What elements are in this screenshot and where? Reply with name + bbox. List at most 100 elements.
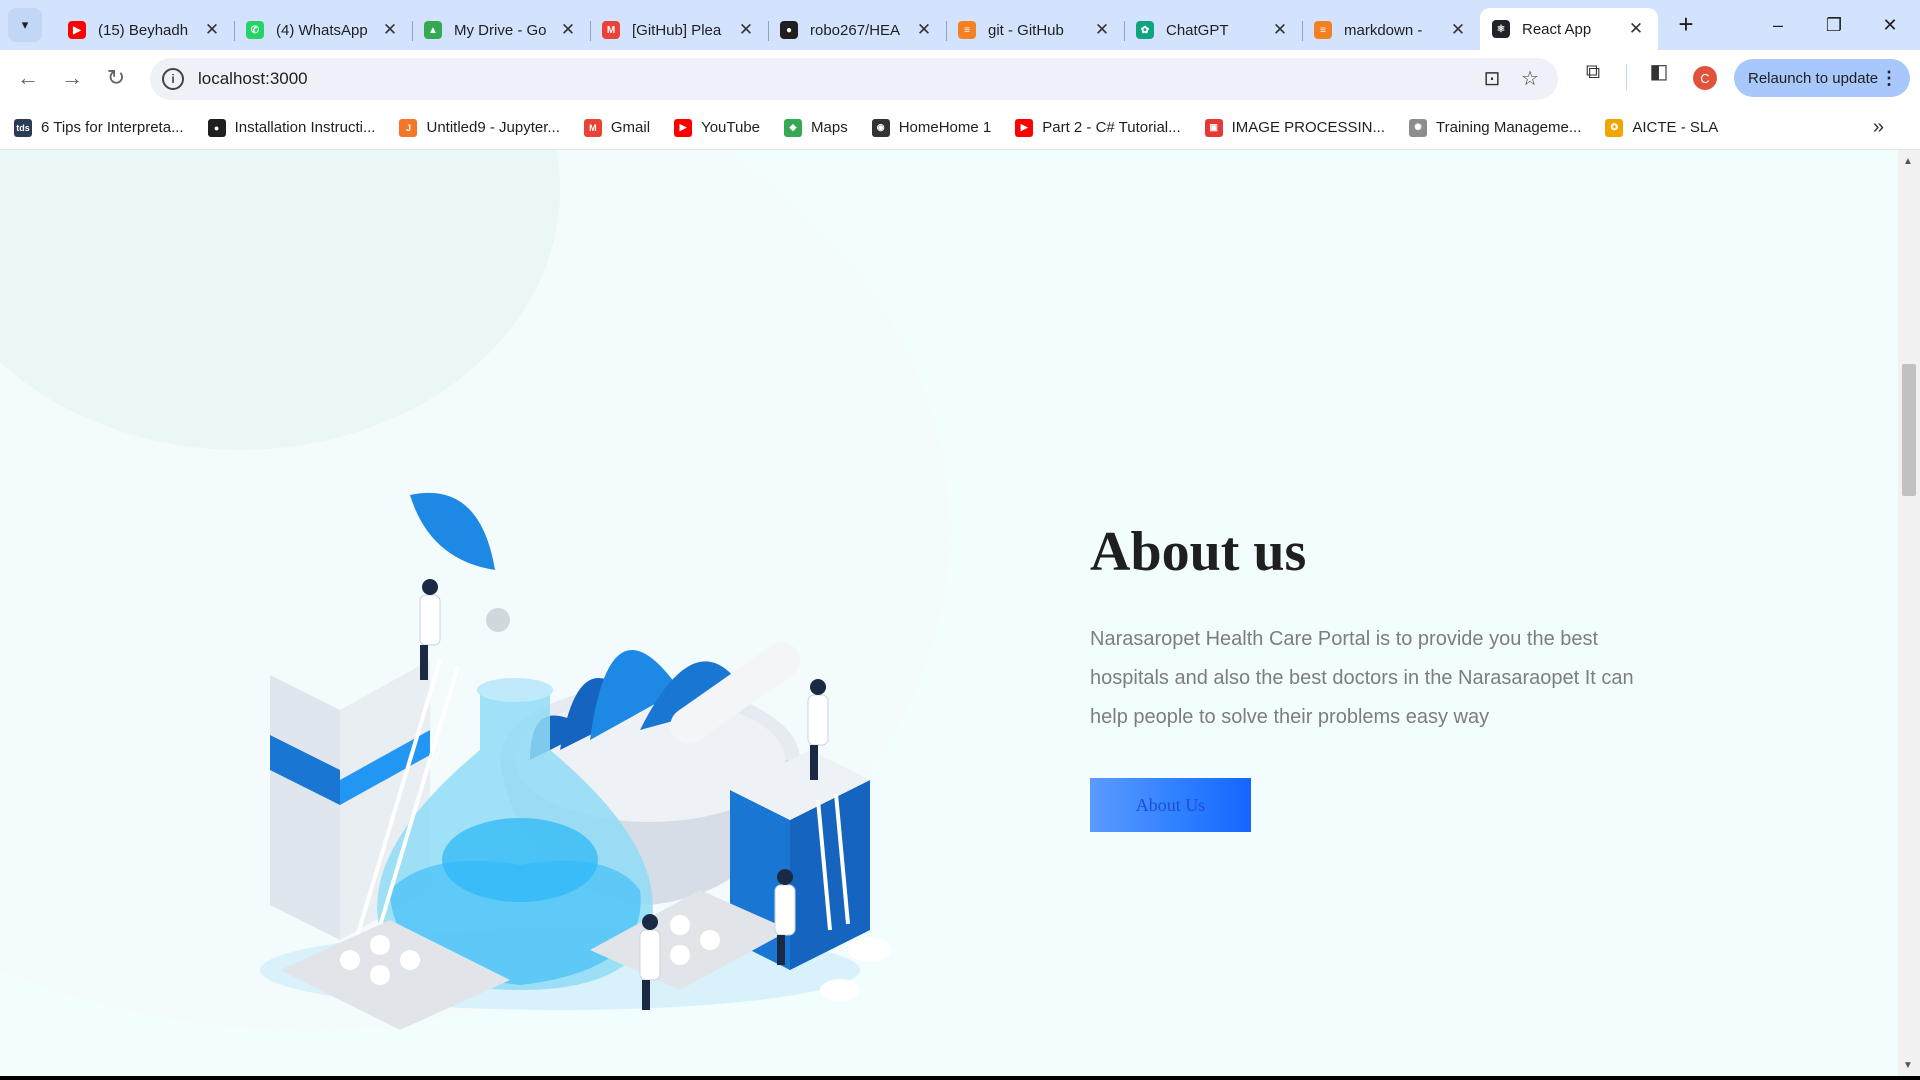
chatgpt-icon: ✿: [1136, 21, 1154, 39]
jupyter-icon: J: [399, 118, 418, 137]
browser-tab[interactable]: ≡ git - GitHub ✕: [946, 10, 1124, 50]
tab-close-icon[interactable]: ✕: [558, 20, 578, 40]
tab-title: [GitHub] Plea: [632, 21, 722, 39]
bookmark-label: Untitled9 - Jupyter...: [426, 119, 560, 136]
scroll-up-arrow-icon[interactable]: ▲: [1903, 156, 1913, 167]
url-text[interactable]: localhost:3000: [198, 69, 308, 89]
bookmark-item[interactable]: ▶ YouTube: [674, 118, 761, 137]
extensions-puzzle-icon[interactable]: ⧉: [1580, 60, 1606, 86]
github-icon: ●: [207, 118, 226, 137]
relaunch-to-update-button[interactable]: Relaunch to update ⋮: [1734, 59, 1910, 97]
bookmark-item[interactable]: tds 6 Tips for Interpreta...: [14, 118, 184, 137]
bookmark-item[interactable]: ◉ HomeHome 1: [871, 118, 992, 137]
tab-close-icon[interactable]: ✕: [1626, 19, 1646, 39]
page-viewport: About us Narasaropet Health Care Portal …: [0, 150, 1898, 1076]
back-arrow-icon[interactable]: ←: [6, 56, 50, 100]
tab-close-icon[interactable]: ✕: [1448, 20, 1468, 40]
bookmark-item[interactable]: ✺ Training Manageme...: [1409, 118, 1582, 137]
stackoverflow-icon: ≡: [958, 21, 976, 39]
bookmark-item[interactable]: ● Installation Instructi...: [207, 118, 376, 137]
tab-search-chevron-icon[interactable]: ▾: [8, 8, 42, 42]
bookmark-label: Part 2 - C# Tutorial...: [1042, 119, 1181, 136]
toolbar-divider: [1626, 64, 1627, 90]
browser-tab[interactable]: ▲ My Drive - Go ✕: [412, 10, 590, 50]
tab-close-icon[interactable]: ✕: [914, 20, 934, 40]
google-drive-icon: ▲: [424, 21, 442, 39]
tab-close-icon[interactable]: ✕: [202, 20, 222, 40]
globe-icon: ◉: [871, 118, 890, 137]
vertical-scrollbar[interactable]: [1898, 150, 1920, 1076]
reload-icon[interactable]: ↻: [94, 56, 138, 100]
bookmark-label: 6 Tips for Interpreta...: [41, 119, 184, 136]
restore-icon[interactable]: ❐: [1806, 0, 1862, 50]
tab-close-icon[interactable]: ✕: [1270, 20, 1290, 40]
bookmark-item[interactable]: M Gmail: [583, 118, 651, 137]
bookmark-label: Maps: [811, 119, 848, 136]
tab-title: ChatGPT: [1166, 21, 1229, 39]
bookmark-label: YouTube: [701, 119, 761, 136]
forward-arrow-icon[interactable]: →: [50, 56, 94, 100]
youtube-icon: ▶: [68, 21, 86, 39]
youtube-icon: ▶: [674, 118, 693, 137]
bookmark-item[interactable]: ▣ IMAGE PROCESSIN...: [1204, 118, 1386, 137]
bookmark-label: Training Manageme...: [1436, 119, 1582, 136]
bookmark-item[interactable]: J Untitled9 - Jupyter...: [399, 118, 560, 137]
tab-close-icon[interactable]: ✕: [1092, 20, 1112, 40]
about-us-description: Narasaropet Health Care Portal is to pro…: [1090, 628, 1634, 728]
image-doc-icon: ▣: [1204, 118, 1223, 137]
window-bottom-edge: [0, 1076, 1920, 1080]
bookmark-list: tds 6 Tips for Interpreta... ● Installation…: [14, 118, 1742, 137]
whatsapp-icon: ✆: [246, 21, 264, 39]
close-window-icon[interactable]: ✕: [1862, 0, 1918, 50]
bookmark-label: Gmail: [610, 119, 651, 136]
bookmark-item[interactable]: ✪ AICTE - SLA: [1605, 118, 1719, 137]
react-icon: ⚛: [1492, 20, 1510, 38]
tab-close-icon[interactable]: ✕: [736, 20, 756, 40]
bookmark-item[interactable]: ◆ Maps: [784, 118, 848, 137]
stackoverflow-icon: ≡: [1314, 21, 1332, 39]
relaunch-label: Relaunch to update: [1748, 69, 1879, 87]
tab-title: robo267/HEA: [810, 21, 901, 39]
training-icon: ✺: [1409, 118, 1428, 137]
bookmark-item[interactable]: ▶ Part 2 - C# Tutorial...: [1015, 118, 1181, 137]
tab-close-icon[interactable]: ✕: [380, 20, 400, 40]
new-tab-plus-icon[interactable]: +: [1668, 7, 1704, 43]
bookmark-label: HomeHome 1: [898, 119, 992, 136]
tab-title: (15) Beyhadh: [98, 21, 189, 39]
scroll-down-arrow-icon[interactable]: ▼: [1903, 1060, 1913, 1071]
minimize-icon[interactable]: –: [1750, 0, 1806, 50]
bookmarks-overflow-icon[interactable]: »: [1873, 116, 1884, 139]
bookmark-label: AICTE - SLA: [1632, 119, 1719, 136]
side-panel-icon[interactable]: ◧: [1646, 60, 1672, 86]
about-us-heading: About us: [1090, 521, 1307, 583]
browser-tab[interactable]: M [GitHub] Plea ✕: [590, 10, 768, 50]
bookmark-label: Installation Instructi...: [234, 119, 376, 136]
about-us-button[interactable]: About Us: [1090, 778, 1251, 832]
tab-title: git - GitHub: [988, 21, 1064, 39]
browser-tab[interactable]: ● robo267/HEA ✕: [768, 10, 946, 50]
site-info-icon[interactable]: i: [162, 68, 184, 90]
tab-title: My Drive - Go: [454, 21, 547, 39]
browser-tab[interactable]: ✆ (4) WhatsApp ✕: [234, 10, 412, 50]
gmail-icon: M: [602, 21, 620, 39]
browser-tab[interactable]: ⚛ React App ✕: [1480, 8, 1658, 50]
more-menu-icon[interactable]: ⋮: [1880, 68, 1898, 89]
tab-title: markdown -: [1344, 21, 1423, 39]
youtube-icon: ▶: [1015, 118, 1034, 137]
tab-list: ▶ (15) Beyhadh ✕ ✆ (4) WhatsApp ✕ ▲ My Drive - …: [56, 0, 1658, 50]
install-app-icon[interactable]: ⊡: [1480, 68, 1504, 92]
browser-tab[interactable]: ▶ (15) Beyhadh ✕: [56, 10, 234, 50]
tab-title: React App: [1522, 20, 1592, 38]
tds-icon: tds: [14, 118, 32, 137]
scrollbar-thumb[interactable]: [1902, 364, 1916, 496]
address-bar[interactable]: i localhost:3000 ⊡ ☆: [150, 58, 1558, 100]
bookmark-star-icon[interactable]: ☆: [1518, 68, 1542, 92]
profile-avatar[interactable]: C: [1693, 66, 1717, 90]
browser-tab[interactable]: ≡ markdown - ✕: [1302, 10, 1480, 50]
aicte-icon: ✪: [1605, 118, 1624, 137]
bookmark-label: IMAGE PROCESSIN...: [1231, 119, 1386, 136]
tab-title: (4) WhatsApp: [276, 21, 368, 39]
browser-tab[interactable]: ✿ ChatGPT ✕: [1124, 10, 1302, 50]
pharmacy-illustration: [260, 492, 892, 1030]
gmail-icon: M: [583, 118, 602, 137]
